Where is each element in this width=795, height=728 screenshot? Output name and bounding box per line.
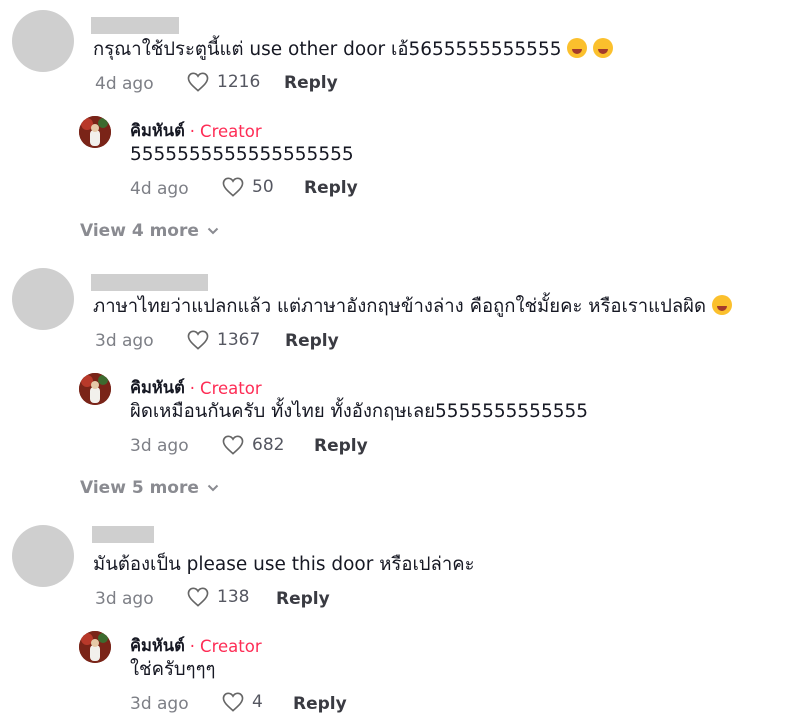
heart-icon	[187, 330, 209, 350]
reply-text: ใช่ครับๆๆๆ	[130, 659, 216, 680]
view-more-label: View 4 more	[80, 221, 199, 241]
commenter-avatar[interactable]	[12, 10, 74, 72]
creator-name[interactable]: คิมหันต์	[130, 118, 185, 144]
rofl-emoji	[567, 38, 588, 58]
heart-icon	[187, 72, 209, 92]
comment-text: ภาษาไทยว่าแปลกแล้ว แต่ภาษาอังกฤษข้างล่าง…	[93, 295, 733, 319]
separator-dot: ·	[189, 636, 196, 656]
comment-text-content: กรุณาใช้ประตูนี้แต่ use other door เอ้56…	[93, 39, 562, 60]
chevron-down-icon	[207, 484, 219, 492]
like-count: 1367	[217, 330, 261, 350]
reply-button[interactable]: Reply	[285, 331, 339, 351]
creator-badge: Creator	[200, 636, 262, 656]
commenter-avatar[interactable]	[12, 268, 74, 330]
reply-timestamp: 4d ago	[130, 179, 189, 199]
creator-name[interactable]: คิมหันต์	[130, 375, 185, 401]
like-count: 138	[217, 587, 250, 607]
creator-badge: Creator	[200, 121, 262, 141]
view-more-replies-button[interactable]: View 5 more	[80, 478, 219, 498]
view-more-replies-button[interactable]: View 4 more	[80, 221, 219, 241]
commenter-avatar[interactable]	[12, 525, 74, 587]
like-count: 4	[252, 692, 263, 712]
commenter-name-redacted[interactable]	[92, 526, 154, 543]
separator-dot: ·	[189, 121, 196, 141]
rofl-emoji	[593, 38, 614, 58]
like-button[interactable]: 1367	[187, 330, 260, 350]
reply-author-line: คิมหันต์ · Creator	[130, 375, 262, 401]
creator-badge: Creator	[200, 378, 262, 398]
like-button[interactable]: 4	[222, 692, 263, 712]
creator-avatar[interactable]	[79, 116, 111, 148]
heart-icon	[222, 435, 244, 455]
comment-timestamp: 4d ago	[95, 74, 154, 94]
like-button[interactable]: 682	[222, 435, 284, 455]
comment-timestamp: 3d ago	[95, 331, 154, 351]
creator-name[interactable]: คิมหันต์	[130, 633, 185, 659]
reply-button[interactable]: Reply	[284, 73, 338, 93]
commenter-name-redacted[interactable]	[91, 274, 208, 291]
like-count: 50	[252, 177, 274, 197]
comment-text: กรุณาใช้ประตูนี้แต่ use other door เอ้56…	[93, 38, 614, 62]
creator-avatar[interactable]	[79, 373, 111, 405]
separator-dot: ·	[189, 378, 196, 398]
reply-text: ผิดเหมือนกันครับ ทั้งไทย ทั้งอังกฤษเลย55…	[130, 401, 589, 422]
comment-timestamp: 3d ago	[95, 589, 154, 609]
like-count: 1216	[217, 72, 261, 92]
reply-button[interactable]: Reply	[293, 694, 347, 714]
heart-icon	[222, 692, 244, 712]
chevron-down-icon	[207, 227, 219, 235]
sweat-smile-emoji	[712, 295, 733, 315]
comment-text: มันต้องเป็น please use this door หรือเปล…	[93, 554, 475, 575]
like-count: 682	[252, 435, 285, 455]
reply-timestamp: 3d ago	[130, 694, 189, 714]
reply-button[interactable]: Reply	[314, 436, 368, 456]
like-button[interactable]: 1216	[187, 72, 260, 92]
reply-timestamp: 3d ago	[130, 436, 189, 456]
heart-icon	[222, 177, 244, 197]
creator-avatar[interactable]	[79, 631, 111, 663]
reply-text: 5555555555555555555	[130, 144, 354, 165]
commenter-name-redacted[interactable]	[91, 17, 179, 34]
like-button[interactable]: 50	[222, 177, 274, 197]
heart-icon	[187, 587, 209, 607]
reply-author-line: คิมหันต์ · Creator	[130, 633, 262, 659]
comment-text-content: ภาษาไทยว่าแปลกแล้ว แต่ภาษาอังกฤษข้างล่าง…	[93, 296, 707, 317]
reply-button[interactable]: Reply	[304, 178, 358, 198]
view-more-label: View 5 more	[80, 478, 199, 498]
reply-button[interactable]: Reply	[276, 589, 330, 609]
like-button[interactable]: 138	[187, 587, 249, 607]
reply-author-line: คิมหันต์ · Creator	[130, 118, 262, 144]
